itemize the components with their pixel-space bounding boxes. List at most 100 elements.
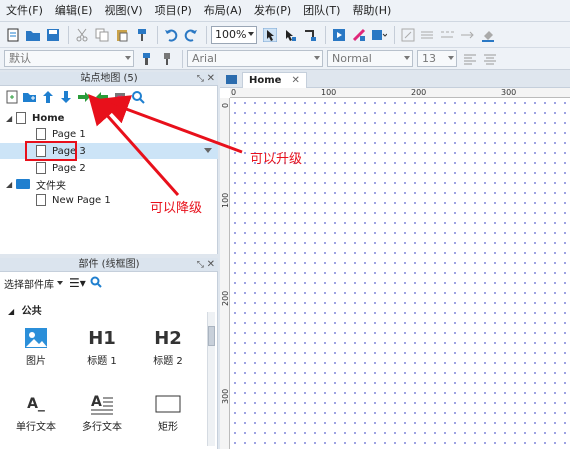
- svg-text:A: A: [91, 394, 102, 410]
- tree-item-home[interactable]: ◢ Home: [0, 110, 218, 126]
- chevron-down-icon: [125, 56, 131, 60]
- ruler-label: 100: [221, 192, 230, 208]
- ruler-label: 300: [501, 88, 517, 97]
- font-size-value: 13: [422, 52, 436, 65]
- widgets-panel: 选择部件库 ☰▾ ◢ 公共 图片 H1 标题 1 H2 标题 2 A_ 单行文本…: [0, 272, 218, 449]
- widgets-scrollbar[interactable]: [207, 312, 215, 446]
- sitemap-toolbar: [0, 86, 218, 108]
- align-center-icon[interactable]: [481, 50, 499, 68]
- widgets-header: 部件 (线框图) ⤡ ✕: [0, 258, 218, 272]
- widget-category[interactable]: ◢ 公共: [8, 302, 42, 317]
- undo-icon[interactable]: [162, 26, 180, 44]
- pointer-tool-icon[interactable]: [261, 26, 279, 44]
- library-select[interactable]: 选择部件库: [4, 276, 54, 291]
- pin-icon[interactable]: ⤡: [197, 72, 204, 86]
- font-select[interactable]: Arial: [187, 50, 323, 67]
- search-icon[interactable]: [90, 276, 102, 291]
- move-down-icon[interactable]: [58, 90, 73, 105]
- chevron-down-icon: [248, 31, 254, 36]
- ruler-label: 200: [411, 88, 427, 97]
- connector-tool-icon[interactable]: [281, 26, 299, 44]
- crop-tool-icon[interactable]: [301, 26, 319, 44]
- widget-image[interactable]: 图片: [6, 324, 66, 367]
- style-edit-icon[interactable]: [399, 26, 417, 44]
- menu-team[interactable]: 团队(T): [297, 0, 346, 22]
- line-pattern-icon[interactable]: [439, 26, 457, 44]
- widget-label: 单行文本: [16, 422, 56, 433]
- rectangle-icon: [138, 390, 198, 418]
- expand-arrow-icon[interactable]: ◢: [6, 180, 16, 189]
- pin-icon[interactable]: ⤡: [197, 258, 204, 272]
- demote-icon[interactable]: [76, 90, 91, 105]
- promote-icon[interactable]: [94, 90, 109, 105]
- zoom-select[interactable]: 100%: [211, 25, 257, 44]
- style-select[interactable]: 默认: [4, 50, 134, 67]
- move-up-icon[interactable]: [40, 90, 55, 105]
- annotation-demote: 可以降级: [150, 201, 203, 216]
- menu-edit[interactable]: 编辑(E): [49, 0, 99, 22]
- widget-label: 多行文本: [82, 422, 122, 433]
- save-icon[interactable]: [44, 26, 62, 44]
- open-folder-icon[interactable]: [24, 26, 42, 44]
- close-icon[interactable]: ✕: [207, 72, 215, 86]
- menu-help[interactable]: 帮助(H): [346, 0, 397, 22]
- redo-icon[interactable]: [182, 26, 200, 44]
- publish-icon[interactable]: [370, 26, 388, 44]
- menu-project[interactable]: 项目(P): [149, 0, 198, 22]
- format-toolbar: 默认 Arial Normal 13: [0, 48, 570, 70]
- vertical-ruler: 0 100 200 300: [220, 98, 230, 449]
- widget-heading2[interactable]: H2 标题 2: [138, 324, 198, 368]
- widget-heading1[interactable]: H1 标题 1: [72, 324, 132, 368]
- cut-icon[interactable]: [73, 26, 91, 44]
- widget-text-area[interactable]: A 多行文本: [72, 390, 132, 433]
- folder-icon: [16, 179, 30, 189]
- scroll-thumb[interactable]: [208, 326, 215, 346]
- chevron-down-icon[interactable]: [57, 281, 63, 285]
- widget-rectangle[interactable]: 矩形: [138, 390, 198, 433]
- paste-icon[interactable]: [113, 26, 131, 44]
- widget-text-field[interactable]: A_ 单行文本: [6, 390, 66, 433]
- tree-item-folder[interactable]: ◢ 文件夹: [0, 176, 218, 192]
- close-icon[interactable]: ✕: [291, 75, 299, 86]
- zoom-value: 100%: [215, 27, 247, 41]
- close-icon[interactable]: ✕: [207, 258, 215, 272]
- style-brush-icon[interactable]: [138, 50, 156, 68]
- expand-arrow-icon[interactable]: ◢: [6, 114, 16, 123]
- format-painter-icon[interactable]: [133, 26, 151, 44]
- page-icon: [36, 128, 46, 140]
- menu-file[interactable]: 文件(F): [0, 0, 49, 22]
- menu-icon[interactable]: ☰▾: [69, 276, 86, 290]
- new-file-icon[interactable]: [4, 26, 22, 44]
- arrow-style-icon[interactable]: [459, 26, 477, 44]
- align-left-icon[interactable]: [461, 50, 479, 68]
- menu-layout[interactable]: 布局(A): [198, 0, 248, 22]
- tree-item-label: Home: [32, 112, 65, 124]
- chevron-down-icon[interactable]: [204, 148, 212, 153]
- share-icon[interactable]: [350, 26, 368, 44]
- tree-item-page2[interactable]: Page 2: [0, 160, 218, 176]
- delete-page-icon[interactable]: [112, 90, 127, 105]
- canvas-area: Home ✕ 0 100 200 300 0 100 200 300: [220, 72, 570, 449]
- menu-publish[interactable]: 发布(P): [248, 0, 297, 22]
- font-size-select[interactable]: 13: [417, 50, 457, 67]
- font-value: Arial: [192, 52, 217, 65]
- add-page-icon[interactable]: [4, 90, 19, 105]
- add-folder-icon[interactable]: [22, 90, 37, 105]
- tab-label: Home: [249, 75, 282, 86]
- style-value: 默认: [9, 52, 31, 65]
- widget-category-label: 公共: [21, 306, 42, 317]
- menu-view[interactable]: 视图(V): [98, 0, 148, 22]
- style-paint-icon[interactable]: [158, 50, 176, 68]
- widgets-title: 部件 (线框图): [78, 259, 140, 270]
- tab-home[interactable]: Home ✕: [242, 72, 307, 88]
- font-weight-select[interactable]: Normal: [327, 50, 413, 67]
- fill-color-icon[interactable]: [479, 26, 497, 44]
- tree-item-label: Page 1: [52, 128, 86, 140]
- line-style-icon[interactable]: [419, 26, 437, 44]
- search-icon[interactable]: [130, 90, 145, 105]
- copy-icon[interactable]: [93, 26, 111, 44]
- ruler-label: 200: [221, 290, 230, 306]
- preview-icon[interactable]: [330, 26, 348, 44]
- heading1-icon: H1: [88, 327, 116, 349]
- tree-item-page1[interactable]: Page 1: [0, 126, 218, 142]
